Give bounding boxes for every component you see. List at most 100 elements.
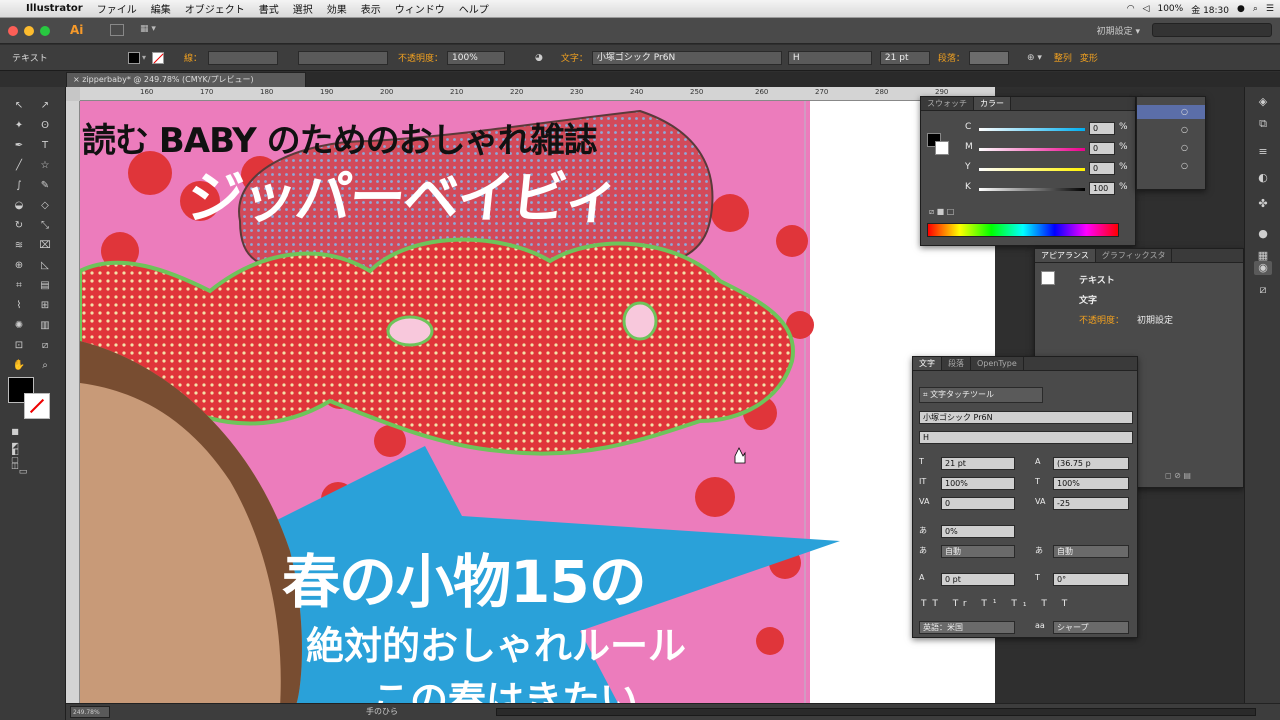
star-text-line3[interactable]: この春はきたい xyxy=(372,669,638,707)
app-menu[interactable]: Illustrator xyxy=(26,3,83,14)
char-rotation[interactable]: 0° xyxy=(1053,573,1129,586)
gradient-tool-icon[interactable]: ▤ xyxy=(38,279,52,293)
layers-icon[interactable]: ≡ xyxy=(1254,145,1272,159)
appearance-characters-row[interactable]: 文字 xyxy=(1079,293,1097,306)
transform-label[interactable]: 変形 xyxy=(1080,51,1098,64)
spotlight-icon[interactable]: ⌕ xyxy=(1253,4,1258,14)
fill-swatch[interactable] xyxy=(128,51,140,64)
transparency-icon[interactable]: ◐ xyxy=(1254,171,1272,185)
slice-tool-icon[interactable]: ⧄ xyxy=(38,339,52,353)
tab-color[interactable]: カラー xyxy=(974,97,1011,110)
char-font-family[interactable]: 小塚ゴシック Pr6N xyxy=(919,411,1133,424)
menu-type[interactable]: 書式 xyxy=(259,1,279,16)
opacity-field[interactable]: 100% xyxy=(447,50,506,65)
color-mode-icons[interactable]: ■ ◩ ▢ xyxy=(8,425,22,464)
close-window-button[interactable] xyxy=(8,26,18,36)
free-transform-tool-icon[interactable]: ⌧ xyxy=(38,239,52,253)
shape-builder-tool-icon[interactable]: ⊕ xyxy=(12,259,26,273)
line-tool-icon[interactable]: ╱ xyxy=(12,159,26,173)
text-style-buttons[interactable]: TT Tr T¹ T₁ T T xyxy=(921,599,1073,609)
notification-icon[interactable]: ☰ xyxy=(1266,4,1274,14)
magenta-field[interactable]: 0 xyxy=(1089,142,1115,155)
appearance-icon[interactable]: ◉ xyxy=(1254,261,1272,275)
char-font-size[interactable]: 21 pt xyxy=(941,457,1015,470)
clock[interactable]: 金 18:30 xyxy=(1191,3,1229,16)
menu-effect[interactable]: 効果 xyxy=(327,1,347,16)
lasso-tool-icon[interactable]: ʘ xyxy=(38,119,52,133)
char-antialias[interactable]: シャープ xyxy=(1053,621,1129,634)
variable-width-field[interactable] xyxy=(298,50,389,65)
font-style-field[interactable]: H xyxy=(787,50,872,65)
cyan-slider[interactable] xyxy=(979,128,1085,131)
black-field[interactable]: 100 xyxy=(1089,182,1115,195)
char-aki-right[interactable]: 自動 xyxy=(1053,545,1129,558)
paragraph-label[interactable]: 段落： xyxy=(938,51,965,64)
yellow-slider[interactable] xyxy=(979,168,1085,171)
perspective-grid-tool-icon[interactable]: ◺ xyxy=(38,259,52,273)
envelope-icon[interactable]: ⊕ ▾ xyxy=(1027,53,1042,63)
volume-icon[interactable]: ◁ xyxy=(1143,4,1150,14)
user-icon[interactable]: ● xyxy=(1237,4,1245,14)
zoom-window-button[interactable] xyxy=(40,26,50,36)
yellow-field[interactable]: 0 xyxy=(1089,162,1115,175)
blob-brush-tool-icon[interactable]: ◒ xyxy=(12,199,26,213)
recolor-icon[interactable]: ◕ xyxy=(535,53,543,63)
type-tool-icon[interactable]: T xyxy=(38,139,52,153)
canvas[interactable]: 読む BABY のためのおしゃれ雑誌 ジッパーベイビィ 春の小物15の 絶対的お… xyxy=(80,101,995,707)
fill-dropdown-icon[interactable]: ▾ xyxy=(142,53,146,62)
opacity-label[interactable]: 不透明度： xyxy=(398,51,443,64)
zoom-tool-icon[interactable]: ⌕ xyxy=(38,359,52,373)
char-vertical-scale[interactable]: 100% xyxy=(941,477,1015,490)
char-horizontal-scale[interactable]: 100% xyxy=(1053,477,1129,490)
title-text[interactable]: ジッパーベイビィ xyxy=(184,153,623,234)
star-tool-icon[interactable]: ☆ xyxy=(38,159,52,173)
symbol-sprayer-tool-icon[interactable]: ✺ xyxy=(12,319,26,333)
magic-wand-tool-icon[interactable]: ✦ xyxy=(12,119,26,133)
hand-tool-icon[interactable]: ✋ xyxy=(12,359,26,373)
stroke-weight-field[interactable] xyxy=(208,50,279,65)
color-stroke-box[interactable] xyxy=(935,141,949,155)
tab-graphic-styles[interactable]: グラフィックスタ xyxy=(1096,249,1173,262)
char-leading[interactable]: (36.75 p xyxy=(1053,457,1129,470)
char-language[interactable]: 英語：米国 xyxy=(919,621,1015,634)
font-size-field[interactable]: 21 pt xyxy=(879,50,930,65)
char-tracking[interactable]: -25 xyxy=(1053,497,1129,510)
ruler-origin[interactable] xyxy=(66,87,80,101)
eyedropper-tool-icon[interactable]: ⌇ xyxy=(12,299,26,313)
horizontal-ruler[interactable]: 160 170 180 190 200 210 220 230 240 250 … xyxy=(80,87,995,101)
layer-row-selected[interactable] xyxy=(1137,105,1205,119)
char-baseline-shift[interactable]: 0 pt xyxy=(941,573,1015,586)
eraser-tool-icon[interactable]: ◇ xyxy=(38,199,52,213)
appearance-opacity-link[interactable]: 不透明度： xyxy=(1079,313,1124,326)
layer-visibility-icon[interactable]: ○ xyxy=(1181,161,1188,170)
horizontal-scrollbar[interactable] xyxy=(496,708,1256,716)
menu-window[interactable]: ウィンドウ xyxy=(395,1,445,16)
help-search-input[interactable] xyxy=(1152,23,1272,37)
stroke-swatch[interactable] xyxy=(152,51,165,64)
char-tsume[interactable]: 0% xyxy=(941,525,1015,538)
star-text-line2[interactable]: 絶対的おしゃれルール xyxy=(306,615,686,670)
font-family-field[interactable]: 小塚ゴシック Pr6N xyxy=(591,50,782,65)
appearance-panel-footer-icons[interactable]: ◻ ⊘ ▤ xyxy=(1165,471,1191,480)
char-aki-left[interactable]: 自動 xyxy=(941,545,1015,558)
pencil-tool-icon[interactable]: ✎ xyxy=(38,179,52,193)
cyan-field[interactable]: 0 xyxy=(1089,122,1115,135)
align-buttons[interactable] xyxy=(968,50,1009,65)
draw-mode-icons[interactable]: ◧ ◫ xyxy=(8,445,22,470)
black-slider[interactable] xyxy=(979,188,1085,191)
pen-tool-icon[interactable]: ✒ xyxy=(12,139,26,153)
scale-tool-icon[interactable]: ⤡ xyxy=(38,219,52,233)
none-white-black-swatches[interactable]: ⧄ ■ □ xyxy=(929,207,954,217)
battery-label[interactable]: 100% xyxy=(1157,4,1183,14)
graph-tool-icon[interactable]: ▥ xyxy=(38,319,52,333)
artboards-icon[interactable]: ⧉ xyxy=(1254,117,1272,131)
vertical-ruler[interactable] xyxy=(66,87,80,707)
zoom-level-field[interactable]: 249.78% xyxy=(70,706,110,718)
menu-file[interactable]: ファイル xyxy=(97,1,137,16)
stroke-color-box[interactable] xyxy=(24,393,50,419)
symbols-icon[interactable]: ✤ xyxy=(1254,197,1272,211)
rotate-tool-icon[interactable]: ↻ xyxy=(12,219,26,233)
layer-visibility-icon[interactable]: ○ xyxy=(1181,125,1188,134)
menu-view[interactable]: 表示 xyxy=(361,1,381,16)
document-tab[interactable]: × zipperbaby* @ 249.78% (CMYK/プレビュー) xyxy=(66,72,306,87)
